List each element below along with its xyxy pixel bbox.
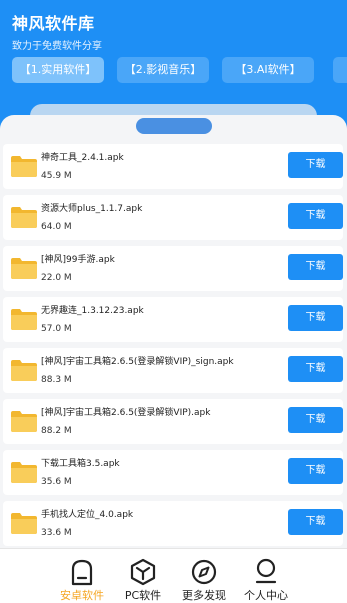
download-button[interactable]: 下载 — [288, 152, 343, 178]
file-name: [神风]宇宙工具箱2.6.5(登录解锁VIP).apk — [41, 408, 211, 418]
category-tabs: 【1.实用软件】 【2.影视音乐】 【3.AI软件】 【4 — [12, 57, 347, 83]
download-button[interactable]: 下载 — [288, 203, 343, 229]
file-name: 神奇工具_2.4.1.apk — [41, 153, 124, 163]
android-home-icon — [71, 559, 93, 586]
folder-icon — [11, 462, 37, 483]
folder-icon — [11, 309, 37, 330]
nav-personal-center[interactable]: 个人中心 — [231, 549, 301, 603]
nav-label: 个人中心 — [244, 589, 288, 602]
download-button[interactable]: 下载 — [288, 305, 343, 331]
file-size: 35.6 M — [41, 477, 72, 487]
file-size: 88.3 M — [41, 375, 72, 385]
download-button[interactable]: 下载 — [288, 254, 343, 280]
file-size: 57.0 M — [41, 324, 72, 334]
folder-icon — [11, 156, 37, 177]
tab-ai-software[interactable]: 【3.AI软件】 — [222, 57, 314, 83]
file-size: 22.0 M — [41, 273, 72, 283]
file-name: 无界趣连_1.3.12.23.apk — [41, 306, 144, 316]
download-button[interactable]: 下载 — [288, 509, 343, 535]
nav-android-software[interactable]: 安卓软件 — [47, 549, 117, 603]
compass-icon — [191, 559, 217, 585]
tab-utility-software[interactable]: 【1.实用软件】 — [12, 57, 104, 83]
tab-4[interactable]: 【4 — [333, 57, 347, 83]
file-row: [神风]宇宙工具箱2.6.5(登录解锁VIP).apk 88.2 M 下载 — [3, 399, 343, 444]
nav-label: 更多发现 — [182, 589, 226, 602]
folder-icon — [11, 513, 37, 534]
file-size: 45.9 M — [41, 171, 72, 181]
app-title: 神风软件库 — [12, 14, 95, 33]
cube-icon — [130, 558, 156, 586]
file-row: 神奇工具_2.4.1.apk 45.9 M 下载 — [3, 144, 343, 189]
app-subtitle: 致力于免费软件分享 — [12, 41, 102, 52]
download-button[interactable]: 下载 — [288, 407, 343, 433]
file-name: 资源大师plus_1.1.7.apk — [41, 204, 143, 214]
person-icon — [255, 558, 277, 584]
file-row: [神风]宇宙工具箱2.6.5(登录解锁VIP)_sign.apk 88.3 M … — [3, 348, 343, 393]
folder-icon — [11, 258, 37, 279]
file-row: [神风]99手游.apk 22.0 M 下载 — [3, 246, 343, 291]
file-size: 33.6 M — [41, 528, 72, 538]
download-button[interactable]: 下载 — [288, 356, 343, 382]
nav-pc-software[interactable]: PC软件 — [108, 549, 178, 603]
file-name: 手机找人定位_4.0.apk — [41, 510, 134, 520]
folder-icon — [11, 360, 37, 381]
file-row: 无界趣连_1.3.12.23.apk 57.0 M 下载 — [3, 297, 343, 342]
file-size: 88.2 M — [41, 426, 72, 436]
file-row: 下载工具箱3.5.apk 35.6 M 下载 — [3, 450, 343, 495]
nav-label: 安卓软件 — [60, 589, 104, 602]
file-row: 手机找人定位_4.0.apk 33.6 M 下载 — [3, 501, 343, 546]
file-name: [神风]99手游.apk — [41, 255, 115, 265]
download-button[interactable]: 下载 — [288, 458, 343, 484]
file-size: 64.0 M — [41, 222, 72, 232]
file-name: [神风]宇宙工具箱2.6.5(登录解锁VIP)_sign.apk — [41, 357, 234, 367]
nav-more-discover[interactable]: 更多发现 — [169, 549, 239, 603]
bottom-nav: 安卓软件 PC软件 更多发现 个人中心 — [0, 548, 347, 603]
folder-icon — [11, 207, 37, 228]
panel-drag-handle[interactable] — [136, 118, 212, 134]
nav-label: PC软件 — [124, 589, 162, 602]
file-name: 下载工具箱3.5.apk — [41, 459, 120, 469]
file-row: 资源大师plus_1.1.7.apk 64.0 M 下载 — [3, 195, 343, 240]
folder-icon — [11, 411, 37, 432]
tab-video-music[interactable]: 【2.影视音乐】 — [117, 57, 209, 83]
